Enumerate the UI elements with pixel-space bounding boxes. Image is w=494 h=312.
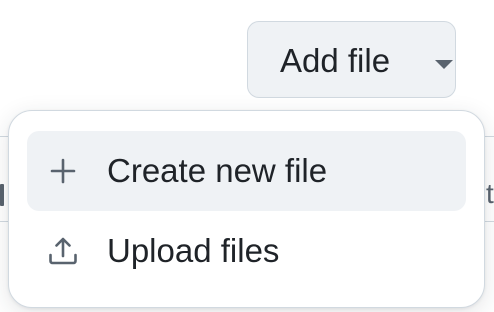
upload-icon (49, 237, 77, 265)
menu-item-label: Create new file (107, 152, 328, 189)
caret-down-icon (435, 60, 453, 69)
background-partial-glyph (0, 184, 4, 206)
menu-item-label: Upload files (107, 232, 280, 269)
add-file-button[interactable]: Add file (247, 21, 456, 98)
add-file-button-label: Add file (280, 42, 391, 79)
add-file-dropdown-menu: Create new file Upload files (8, 110, 485, 308)
menu-item-create-new-file[interactable]: Create new file (27, 131, 466, 211)
plus-icon (50, 158, 76, 184)
background-partial-glyph: t (486, 178, 494, 209)
menu-item-upload-files[interactable]: Upload files (27, 211, 466, 291)
